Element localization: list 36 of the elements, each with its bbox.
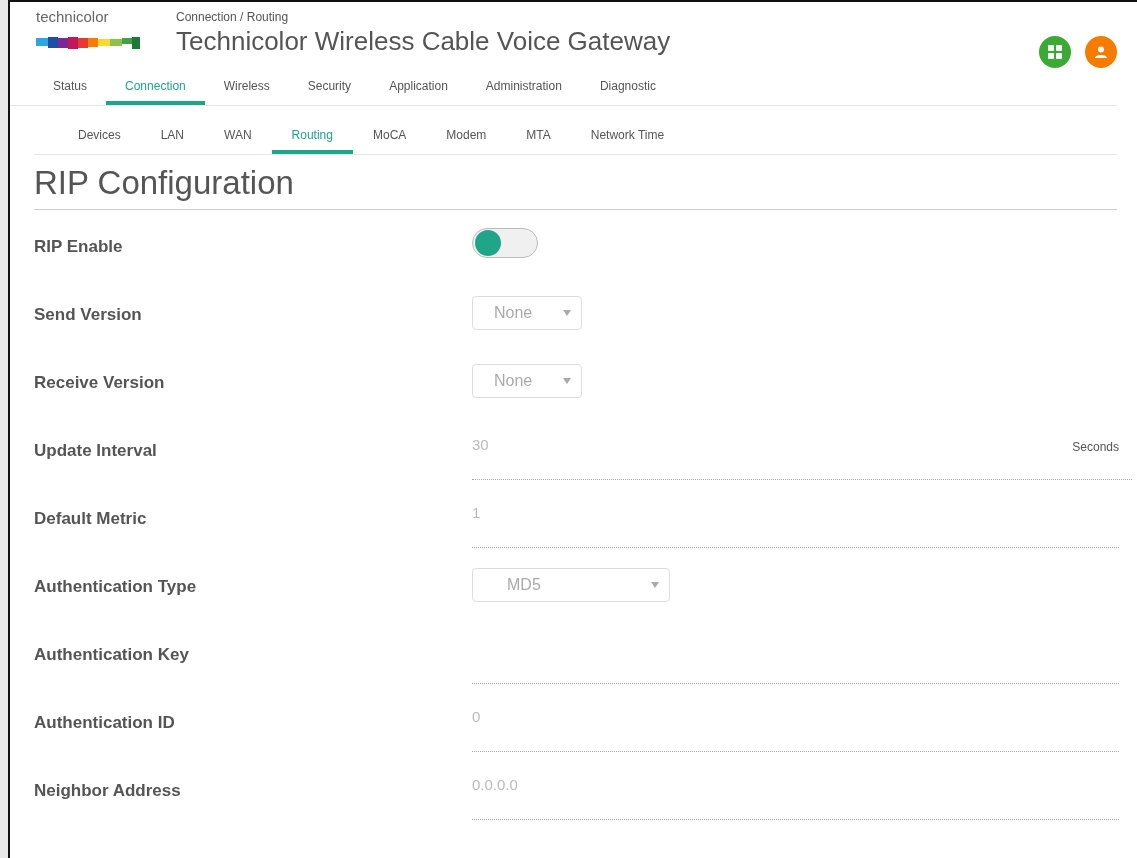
nav-tab[interactable]: Status	[34, 75, 107, 105]
nav-tab[interactable]: Application	[370, 75, 467, 105]
page-title: Technicolor Wireless Cable Voice Gateway	[176, 26, 671, 56]
brand-logo-text: technicolor	[36, 8, 110, 26]
nav-tab[interactable]: Diagnostic	[580, 75, 675, 105]
field-label: Authentication Type	[34, 576, 198, 598]
unit-label: Seconds	[1072, 439, 1119, 456]
nav-tab[interactable]: Administration	[466, 75, 581, 105]
field-label: Authentication ID	[34, 712, 176, 734]
nav-tab[interactable]: Wireless	[204, 75, 289, 105]
sub-tab[interactable]: Devices	[58, 126, 141, 154]
field-label: Neighbor Address	[34, 780, 182, 802]
toggle-switch[interactable]	[472, 228, 538, 258]
sub-tab[interactable]: Network Time	[570, 126, 685, 154]
logo-icon	[36, 36, 142, 50]
nav-tab[interactable]: Security	[288, 75, 371, 105]
user-icon	[1094, 45, 1108, 59]
breadcrumb: Connection / Routing	[176, 9, 290, 26]
sub-tab[interactable]: MoCA	[352, 126, 427, 154]
field-label: Update Interval	[34, 440, 158, 462]
caret-icon	[563, 378, 571, 384]
field-label: RIP Enable	[34, 236, 124, 258]
field-label: Authentication Key	[34, 644, 190, 666]
caret-icon	[563, 310, 571, 316]
sub-tab[interactable]: WAN	[204, 126, 272, 154]
sub-tab[interactable]: Modem	[426, 126, 507, 154]
field-label: Receive Version	[34, 372, 166, 394]
sub-tab[interactable]: LAN	[140, 126, 205, 154]
apps-grid-button[interactable]	[1039, 36, 1071, 68]
field-label: Send Version	[34, 304, 143, 326]
field-label: Default Metric	[34, 508, 148, 530]
caret-icon	[651, 582, 659, 588]
section-heading: RIP Configuration	[34, 163, 295, 203]
sub-tab[interactable]: MTA	[506, 126, 571, 154]
user-button[interactable]	[1085, 36, 1117, 68]
grid-icon	[1047, 44, 1063, 60]
